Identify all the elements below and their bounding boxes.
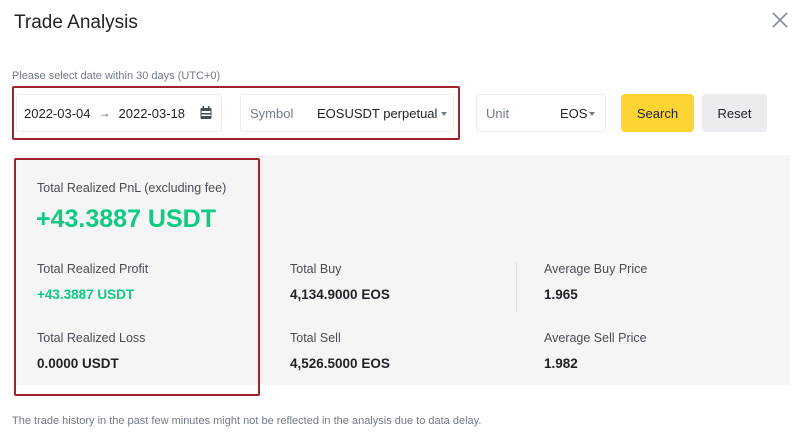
avg-buy-price-value: 1.965 [544, 287, 578, 302]
column-divider [516, 262, 517, 312]
unit-label: Unit [486, 106, 510, 121]
total-buy-value: 4,134.9000 EOS [290, 287, 390, 302]
unit-value: EOS [560, 106, 588, 121]
total-pnl-label: Total Realized PnL (excluding fee) [37, 181, 227, 195]
avg-sell-price-value: 1.982 [544, 356, 578, 371]
start-date[interactable]: 2022-03-04 [24, 106, 91, 121]
symbol-label: Symbol [250, 106, 294, 121]
calendar-icon[interactable] [200, 106, 212, 120]
date-range-hint: Please select date within 30 days (UTC+0… [12, 70, 221, 82]
symbol-select[interactable]: Symbol EOSUSDT perpetual [240, 94, 454, 132]
end-date[interactable]: 2022-03-18 [119, 106, 186, 121]
total-sell-label: Total Sell [290, 331, 341, 345]
total-loss-label: Total Realized Loss [37, 331, 146, 345]
total-loss-value: 0.0000 USDT [37, 356, 119, 371]
date-range-picker[interactable]: 2022-03-04 → 2022-03-18 [16, 94, 222, 132]
close-icon[interactable] [768, 8, 792, 32]
date-range-arrow: → [98, 106, 111, 120]
search-button[interactable]: Search [621, 94, 694, 132]
reset-button[interactable]: Reset [702, 94, 767, 132]
data-delay-note: The trade history in the past few minute… [12, 415, 482, 427]
symbol-value: EOSUSDT perpetual [317, 106, 438, 121]
chevron-down-icon [589, 112, 595, 116]
unit-select[interactable]: Unit EOS [476, 94, 606, 132]
total-buy-label: Total Buy [290, 262, 342, 276]
page-title: Trade Analysis [14, 12, 138, 33]
total-profit-label: Total Realized Profit [37, 262, 149, 276]
avg-sell-price-label: Average Sell Price [544, 331, 647, 345]
chevron-down-icon [441, 112, 447, 116]
total-pnl-value: +43.3887 USDT [36, 205, 216, 233]
total-sell-value: 4,526.5000 EOS [290, 356, 390, 371]
total-profit-value: +43.3887 USDT [37, 287, 135, 302]
avg-buy-price-label: Average Buy Price [544, 262, 648, 276]
